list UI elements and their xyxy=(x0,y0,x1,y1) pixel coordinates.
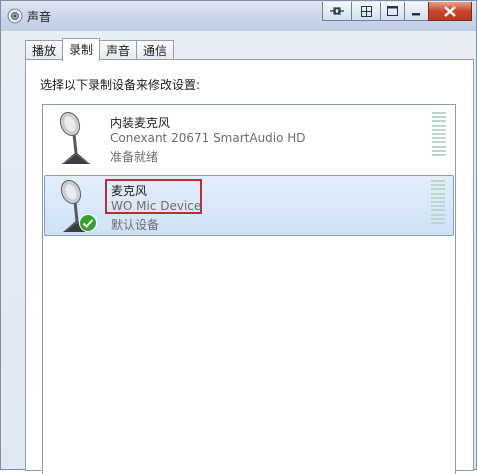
recording-panel: 选择以下录制设备来修改设置: 内装麦克风 Conexant 20671 Smar… xyxy=(25,59,474,474)
instruction-text: 选择以下录制设备来修改设置: xyxy=(40,78,201,92)
close-button[interactable] xyxy=(428,2,472,21)
minimize-button[interactable] xyxy=(404,2,429,21)
device-name: 内装麦克风 xyxy=(110,116,171,130)
default-check-icon xyxy=(79,214,97,232)
device-item-microphone[interactable]: 麦克风 WO Mic Device 默认设备 xyxy=(44,175,454,236)
tab-communications[interactable]: 通信 xyxy=(136,40,175,60)
grid-icon[interactable] xyxy=(351,2,381,21)
connect-icon[interactable] xyxy=(322,2,352,21)
tab-playback[interactable]: 播放 xyxy=(25,40,64,60)
device-item-internal-mic[interactable]: 内装麦克风 Conexant 20671 SmartAudio HD 准备就绪 xyxy=(44,108,454,169)
window-icon[interactable] xyxy=(380,2,405,21)
level-meter xyxy=(432,112,446,156)
device-description: WO Mic Device xyxy=(111,199,202,213)
microphone-icon xyxy=(59,112,90,164)
level-meter xyxy=(431,180,445,224)
caption-buttons xyxy=(322,2,472,21)
tab-strip: 播放 录制 声音 通信 xyxy=(25,38,175,61)
device-name: 麦克风 xyxy=(111,184,148,198)
close-icon xyxy=(444,5,456,17)
device-status: 默认设备 xyxy=(111,218,160,232)
speaker-icon xyxy=(7,8,23,24)
device-status: 准备就绪 xyxy=(110,150,159,164)
device-list[interactable]: 内装麦克风 Conexant 20671 SmartAudio HD 准备就绪 xyxy=(42,104,456,474)
tab-recording[interactable]: 录制 xyxy=(62,38,101,61)
device-description: Conexant 20671 SmartAudio HD xyxy=(110,131,306,145)
window-title: 声音 xyxy=(27,10,52,24)
title-bar[interactable]: 声音 xyxy=(1,1,476,31)
sound-dialog: 声音 播放 录制 声音 通信 选择以下录制设备来修改设置: 内装麦克风 Cone… xyxy=(0,0,477,474)
tab-sounds[interactable]: 声音 xyxy=(99,40,138,60)
